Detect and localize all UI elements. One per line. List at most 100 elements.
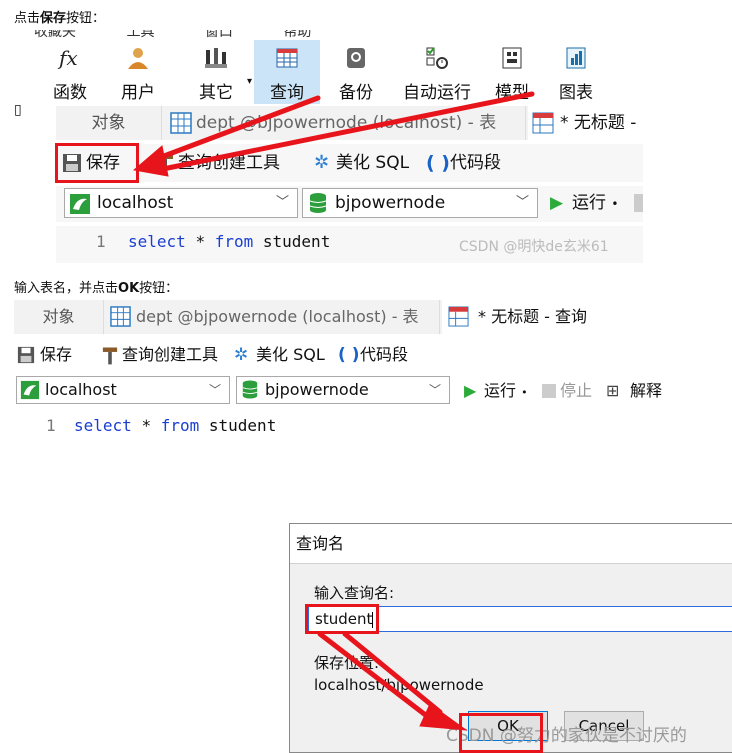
toolbar-label: 查询 bbox=[270, 83, 304, 103]
query-builder-button[interactable]: 查询创建工具 bbox=[154, 148, 280, 178]
sql-line: select * from student bbox=[128, 232, 331, 251]
beautify-sql-button[interactable]: ✲ 美化 SQL bbox=[312, 148, 409, 178]
main-toolbar: fx 函数 用户 其它 ▾ 查询 备份 自动运行 模型 图表 bbox=[14, 40, 643, 106]
query-tab-icon bbox=[448, 306, 469, 327]
stop-icon bbox=[542, 384, 556, 398]
menu-item-tools[interactable]: 工具 bbox=[126, 30, 154, 40]
tab-dept-table[interactable]: dept @bjpowernode (localhost) - 表 bbox=[106, 300, 440, 334]
toolbar-user-button[interactable]: 用户 bbox=[112, 40, 164, 104]
toolbar-function-button[interactable]: fx 函数 bbox=[44, 40, 96, 104]
sql-editor[interactable]: 1 select * from student bbox=[14, 412, 732, 440]
editor-tab-bar: 对象 dept @bjpowernode (localhost) - 表 * 无… bbox=[56, 106, 643, 140]
run-button[interactable]: ▶ 运行 • bbox=[548, 188, 618, 218]
dolphin-icon bbox=[70, 194, 90, 214]
toolbar-other-button[interactable]: 其它 ▾ bbox=[186, 40, 252, 104]
other-icon bbox=[205, 48, 227, 68]
screenshot-name-step: 对象 dept @bjpowernode (localhost) - 表 * 无… bbox=[14, 300, 732, 753]
chevron-down-icon: ﹀ bbox=[428, 383, 441, 397]
line-number: 1 bbox=[46, 416, 56, 435]
stop-button[interactable]: 停止 bbox=[540, 376, 592, 406]
save-location-value: localhost/bjpowernode bbox=[314, 676, 484, 694]
dropdown-dot: • bbox=[611, 197, 619, 211]
table-icon bbox=[170, 112, 192, 134]
database-select[interactable]: bjpowernode ﹀ bbox=[302, 188, 538, 218]
tab-untitled-query[interactable]: * 无标题 - 查询 bbox=[442, 300, 732, 334]
query-name-label: 输入查询名: bbox=[314, 584, 395, 602]
connection-select[interactable]: localhost ﹀ bbox=[64, 188, 298, 218]
code-snippet-button[interactable]: ( ) 代码段 bbox=[338, 340, 408, 370]
hammer-icon bbox=[157, 154, 173, 173]
table-icon bbox=[110, 306, 131, 327]
user-icon bbox=[128, 48, 148, 69]
step1-caption: 点击保存按钮： bbox=[14, 11, 106, 26]
toolbar-label: 图表 bbox=[559, 83, 593, 103]
chart-icon bbox=[566, 47, 586, 69]
tab-untitled-query[interactable]: * 无标题 - bbox=[528, 106, 643, 140]
query-tab-icon bbox=[532, 112, 554, 134]
menu-bar-partial: 收藏夹 工具 窗口 帮助 bbox=[34, 30, 357, 40]
database-icon bbox=[309, 193, 327, 213]
chevron-down-icon: ﹀ bbox=[515, 195, 529, 210]
connection-selector-bar: localhost ﹀ bjpowernode ﹀ ▶ 运行 • bbox=[56, 186, 643, 222]
code-snippet-button[interactable]: ( ) 代码段 bbox=[426, 148, 501, 178]
tab-objects[interactable]: 对象 bbox=[14, 300, 104, 334]
toolbar-query-button[interactable]: 查询 bbox=[254, 40, 320, 104]
save-button[interactable]: 保存 bbox=[56, 148, 138, 178]
line-number: 1 bbox=[96, 232, 106, 251]
dropdown-dot: ▾ bbox=[246, 76, 252, 87]
function-icon: fx bbox=[57, 46, 78, 70]
svg-text:fx: fx bbox=[57, 46, 78, 70]
menu-item-window[interactable]: 窗口 bbox=[205, 30, 233, 40]
explain-icon: ⊞ bbox=[606, 381, 620, 400]
explain-button[interactable]: ⊞ 解释 bbox=[606, 376, 662, 406]
tab-objects[interactable]: 对象 bbox=[56, 106, 162, 140]
menu-item-help[interactable]: 帮助 bbox=[283, 30, 311, 40]
sparkle-icon: ✲ bbox=[234, 345, 249, 365]
toolbar-chart-button[interactable]: 图表 bbox=[548, 40, 604, 104]
connection-selector-bar: localhost ﹀ bjpowernode ﹀ ▶ 运行 • 停止 ⊞ 解释 bbox=[14, 374, 732, 408]
menu-item-favorites[interactable]: 收藏夹 bbox=[34, 30, 76, 40]
dropdown-dot: • bbox=[521, 386, 528, 399]
autorun-icon bbox=[426, 47, 448, 69]
play-icon: ▶ bbox=[550, 193, 564, 213]
play-icon: ▶ bbox=[464, 381, 477, 400]
watermark: CSDN @明快de玄米61 bbox=[459, 239, 609, 255]
toolbar-label: 自动运行 bbox=[403, 83, 471, 103]
toolbar-autorun-button[interactable]: 自动运行 bbox=[392, 40, 482, 104]
watermark: CSDN @努力的家伙是不讨厌的 bbox=[446, 726, 687, 746]
brackets-icon: ( ) bbox=[338, 345, 360, 365]
query-name-input[interactable]: student bbox=[308, 606, 732, 632]
database-icon bbox=[242, 380, 258, 399]
dolphin-icon bbox=[20, 380, 40, 400]
model-icon bbox=[502, 47, 522, 69]
database-select[interactable]: bjpowernode ﹀ bbox=[236, 376, 450, 404]
save-icon bbox=[17, 346, 35, 364]
toolbar-model-button[interactable]: 模型 bbox=[484, 40, 540, 104]
connection-select[interactable]: localhost ﹀ bbox=[16, 376, 230, 404]
dialog-title: 查询名 bbox=[290, 524, 732, 564]
chevron-down-icon: ﹀ bbox=[275, 195, 289, 210]
editor-tab-bar: 对象 dept @bjpowernode (localhost) - 表 * 无… bbox=[14, 300, 732, 334]
toolbar-backup-button[interactable]: 备份 bbox=[328, 40, 384, 104]
toolbar-label: 模型 bbox=[495, 83, 529, 103]
beautify-sql-button[interactable]: ✲ 美化 SQL bbox=[232, 340, 325, 370]
backup-icon bbox=[347, 48, 365, 68]
sparkle-icon: ✲ bbox=[314, 152, 330, 173]
toolbar-label: 其它 bbox=[199, 83, 233, 103]
run-button[interactable]: ▶ 运行 • bbox=[462, 376, 528, 406]
chevron-down-icon: ﹀ bbox=[208, 383, 221, 397]
query-name-dialog: 查询名 输入查询名: student 保存位置: localhost/bjpow… bbox=[289, 523, 732, 753]
query-toolbar: 保存 查询创建工具 ✲ 美化 SQL ( ) 代码段 bbox=[14, 338, 732, 372]
query-builder-button[interactable]: 查询创建工具 bbox=[100, 340, 218, 370]
stop-icon bbox=[634, 194, 643, 212]
save-button[interactable]: 保存 bbox=[14, 340, 72, 370]
brackets-icon: ( ) bbox=[426, 152, 450, 174]
tab-dept-table[interactable]: dept @bjpowernode (localhost) - 表 bbox=[164, 106, 526, 140]
toolbar-label: 函数 bbox=[53, 83, 87, 103]
screenshot-save-step: 收藏夹 工具 窗口 帮助 ▯ fx 函数 用户 其它 ▾ 查询 备份 自动运行 bbox=[14, 30, 643, 263]
hammer-icon bbox=[102, 347, 118, 365]
query-icon bbox=[276, 48, 298, 68]
sql-line: select * from student bbox=[74, 416, 277, 435]
step2-caption: 输入表名，并点击OK按钮： bbox=[14, 281, 179, 296]
toolbar-label: 备份 bbox=[339, 83, 373, 103]
